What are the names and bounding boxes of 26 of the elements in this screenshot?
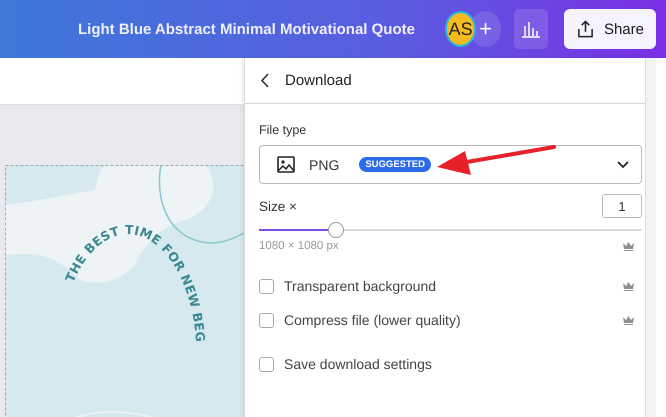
scrollbar[interactable] <box>645 58 656 417</box>
caret-icon <box>617 160 629 168</box>
bar-chart-icon <box>520 20 541 38</box>
size-input[interactable]: 1 <box>602 194 642 218</box>
slider-thumb[interactable] <box>328 222 344 238</box>
size-label: Size × <box>259 198 297 214</box>
back-button[interactable] <box>260 73 269 88</box>
suggested-badge: SUGGESTED <box>359 157 431 172</box>
design-title[interactable]: Light Blue Abstract Minimal Motivational Quote <box>78 20 415 38</box>
dimensions-text: 1080 × 1080 px <box>259 240 339 252</box>
panel-title: Download <box>285 72 352 89</box>
share-button[interactable]: Share <box>564 9 656 49</box>
checkbox[interactable] <box>259 312 274 328</box>
option-label: Transparent background <box>284 278 436 294</box>
size-slider[interactable] <box>259 222 642 238</box>
upload-icon <box>576 19 595 39</box>
file-type-label: File type <box>259 123 308 137</box>
checkbox[interactable] <box>259 278 274 294</box>
option-label: Save download settings <box>284 356 432 372</box>
option-label: Compress file (lower quality) <box>284 312 461 328</box>
image-icon <box>277 156 295 173</box>
checkbox[interactable] <box>259 356 274 372</box>
chevron-left-icon <box>260 73 269 88</box>
user-avatar[interactable]: AS <box>444 11 476 47</box>
insights-button[interactable] <box>514 9 548 49</box>
file-type-dropdown[interactable]: PNG SUGGESTED <box>259 145 642 184</box>
